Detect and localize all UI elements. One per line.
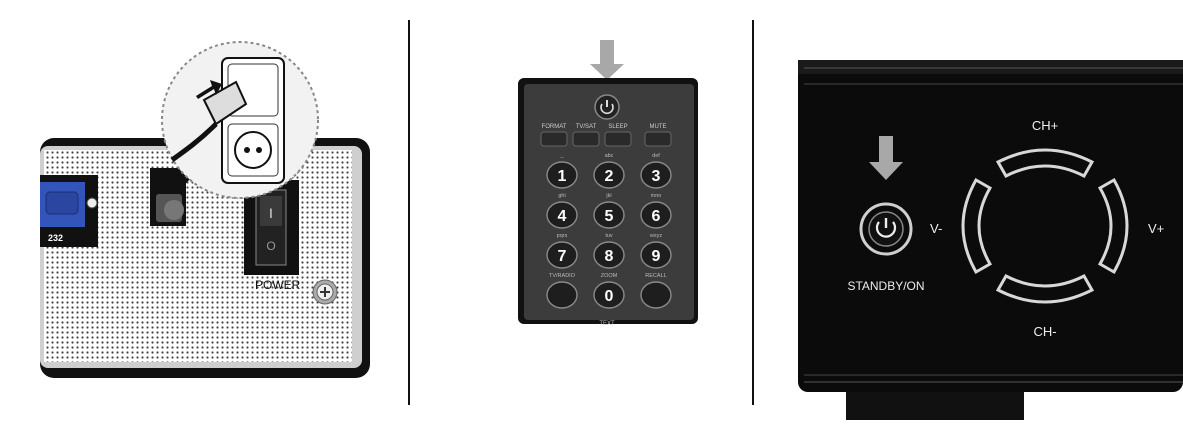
remote-function-button <box>572 131 600 147</box>
remote-key-sublabel: ZOOM <box>601 273 618 279</box>
front-panel-illustration: STANDBY/ON CH+ CH- V- V+ <box>780 0 1183 434</box>
ch-up-label: CH+ <box>1032 118 1058 133</box>
remote-key-sublabel: ghi <box>558 193 565 199</box>
remote-key-sublabel: TV/RADIO <box>549 273 576 279</box>
device-stand <box>846 390 1024 420</box>
standby-label: STANDBY/ON <box>847 279 924 293</box>
socket-callout <box>161 41 319 199</box>
rear-panel-illustration: 232 I O POWER <box>0 0 400 434</box>
divider-right <box>752 20 754 405</box>
press-arrow-icon <box>590 40 624 80</box>
remote-bottom-label: TEXT <box>599 321 615 327</box>
vol-down-label: V- <box>930 221 942 236</box>
remote-top-label: TV/SAT <box>576 124 597 130</box>
remote-key-sublabel: wxyz <box>649 233 662 239</box>
rs232-port: 232 <box>40 175 98 247</box>
standby-button <box>859 202 913 256</box>
remote-key-number: 2 <box>605 168 614 185</box>
remote-top-label: MUTE <box>650 124 667 130</box>
remote-number-key <box>546 281 578 309</box>
remote-key-sublabel: RECALL <box>645 273 666 279</box>
divider-left <box>408 20 410 405</box>
remote-illustration: FORMAT TV/SAT SLEEP MUTE _ 1 abc 2 def 3 ghi 4 jkl 5… <box>414 0 748 434</box>
device-body <box>798 60 1183 392</box>
remote-key-number: 7 <box>558 248 567 265</box>
remote-key-number: 9 <box>652 248 661 265</box>
remote-key-sublabel: pqrs <box>557 233 568 239</box>
remote-key-number: 0 <box>605 288 614 305</box>
remote-key-number: 8 <box>605 248 614 265</box>
remote-key-sublabel: abc <box>605 153 614 159</box>
remote-function-button <box>540 131 568 147</box>
remote-key-sublabel: mno <box>651 193 662 199</box>
remote-key-sublabel: def <box>652 153 660 159</box>
remote-number-key <box>640 281 672 309</box>
remote-key-number: 4 <box>558 208 567 225</box>
remote-key-number: 6 <box>652 208 661 225</box>
switch-off-mark: O <box>266 239 275 253</box>
front-panel-svg: STANDBY/ON CH+ CH- V- V+ <box>798 60 1183 420</box>
screw-icon <box>312 279 338 305</box>
remote-top-label: FORMAT <box>542 124 567 130</box>
rs232-label: 232 <box>48 233 63 243</box>
remote-top-label: SLEEP <box>608 124 627 130</box>
vol-up-label: V+ <box>1148 221 1164 236</box>
power-label: POWER <box>255 278 301 292</box>
remote-key-number: 1 <box>558 168 567 185</box>
remote-svg: FORMAT TV/SAT SLEEP MUTE _1abc2def3ghi4jkl5… <box>518 40 698 327</box>
remote-function-button <box>604 131 632 147</box>
remote-power-button <box>594 94 620 120</box>
remote-key-number: 5 <box>605 208 614 225</box>
switch-on-mark: I <box>269 205 273 221</box>
remote-function-button <box>644 131 672 147</box>
power-inlet <box>150 168 186 226</box>
rear-panel-svg: 232 I O POWER <box>40 41 370 378</box>
remote-key-number: 3 <box>652 168 661 185</box>
remote-key-sublabel: tuv <box>605 233 613 239</box>
ch-down-label: CH- <box>1033 324 1056 339</box>
remote-key-sublabel: jkl <box>605 193 611 199</box>
